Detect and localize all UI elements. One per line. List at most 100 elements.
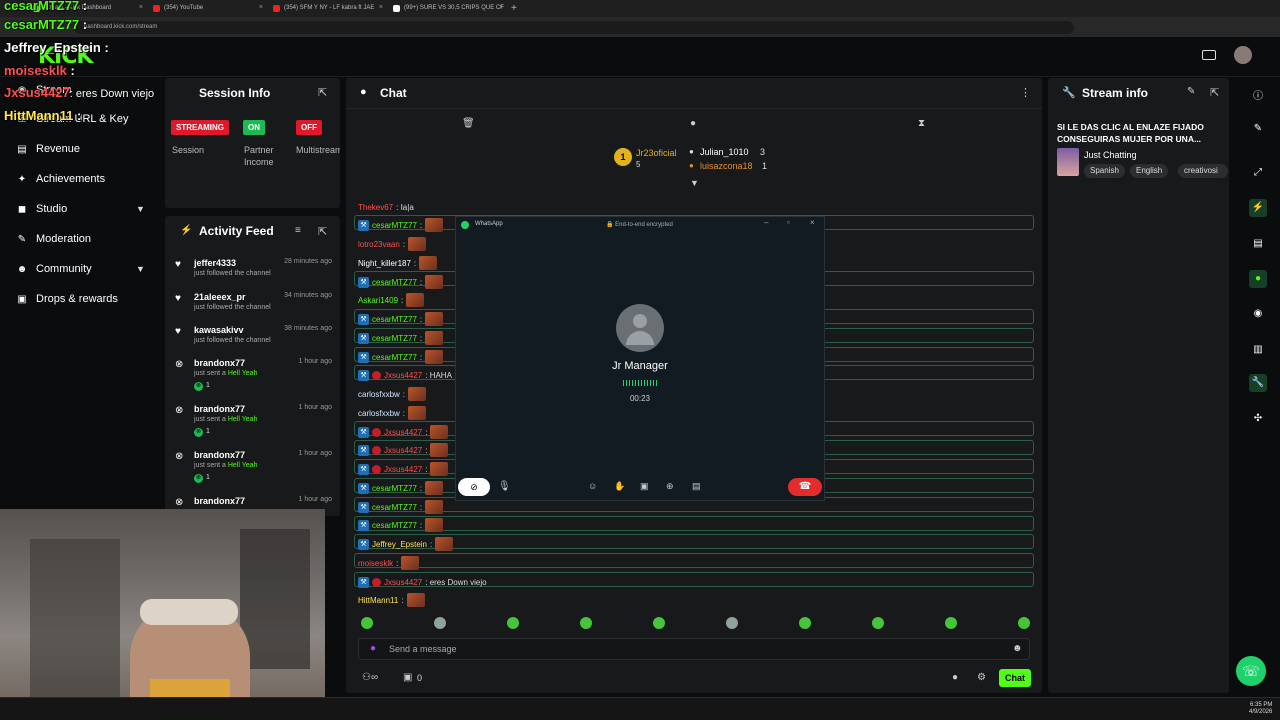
chat-username[interactable]: Jxsus4427 xyxy=(384,446,422,455)
emote-icon[interactable] xyxy=(361,617,373,629)
wallet-icon[interactable] xyxy=(1202,50,1216,60)
trash-icon[interactable]: 🗑 xyxy=(462,118,475,129)
sidebar-item-moderation[interactable]: ✎ Moderation xyxy=(16,233,91,245)
popout-icon[interactable]: ⇱ xyxy=(1210,86,1219,99)
close-icon[interactable]: × xyxy=(810,218,815,227)
chat-username[interactable]: cesarMTZ77 xyxy=(372,278,417,287)
chat-username[interactable]: Askari1409 xyxy=(358,296,398,305)
chat-username[interactable]: Night_killer187 xyxy=(358,259,411,268)
chat-username[interactable]: moisesklk xyxy=(358,559,393,568)
camera-off-button[interactable]: ⊘ xyxy=(458,478,490,496)
category-thumbnail[interactable] xyxy=(1057,148,1079,176)
edit-icon[interactable]: ✎ xyxy=(1252,123,1264,135)
chat-username[interactable]: Jeffrey_Epstein xyxy=(372,540,427,549)
layers-icon[interactable]: ▥ xyxy=(1252,344,1264,356)
maximize-icon[interactable]: ▫ xyxy=(787,218,790,227)
emote-icon[interactable] xyxy=(945,617,957,629)
chat-username[interactable]: cesarMTZ77 xyxy=(372,484,417,493)
sidebar-item-achievements[interactable]: ✦ Achievements xyxy=(16,173,105,185)
browser-tab[interactable]: (354) SFM Y NY - LF kabra ft JAE × xyxy=(268,2,386,16)
chat-message: Night_killer187: xyxy=(358,256,438,270)
emote-icon[interactable] xyxy=(580,617,592,629)
emote-icon[interactable] xyxy=(799,617,811,629)
sidebar-item-studio[interactable]: ◼ Studio xyxy=(16,203,67,215)
chevron-down-icon[interactable]: ▼ xyxy=(136,264,145,274)
microphone-icon[interactable]: 🎙 xyxy=(498,481,511,492)
emoji-picker-icon[interactable]: ☻ xyxy=(1012,643,1023,654)
popout-icon[interactable]: ⇱ xyxy=(318,86,327,99)
emote-icon[interactable] xyxy=(653,617,665,629)
emote-icon[interactable] xyxy=(507,617,519,629)
more-icon[interactable]: ⋮ xyxy=(1020,86,1031,99)
filter-icon[interactable]: ≡ xyxy=(295,225,301,236)
chat-bubble-icon[interactable]: ● xyxy=(690,118,696,129)
chat-username[interactable]: Jxsus4427 xyxy=(384,428,422,437)
sidebar-item-revenue[interactable]: ▤ Revenue xyxy=(16,143,80,155)
chat-bubble-icon[interactable]: ● xyxy=(952,672,958,683)
chat-username[interactable]: cesarMTZ77 xyxy=(372,353,417,362)
document-icon[interactable]: ▤ xyxy=(1252,238,1264,250)
leader-user[interactable]: luisazcona18 xyxy=(700,161,753,171)
status-badge: STREAMING xyxy=(171,120,229,135)
chat-message: ⚒ cesarMTZ77: xyxy=(358,331,444,345)
emoji-icon[interactable]: ☺ xyxy=(588,481,597,491)
wrench-icon[interactable]: 🔧 xyxy=(1249,374,1267,392)
edit-icon[interactable]: ✎ xyxy=(1187,86,1195,97)
gear-icon[interactable]: ⚙ xyxy=(977,672,986,683)
chevron-down-icon[interactable]: ▼ xyxy=(690,178,699,188)
screen-share-icon[interactable]: ▣ xyxy=(640,481,649,492)
bolt-icon[interactable]: ⚡ xyxy=(1249,199,1267,217)
end-call-button[interactable]: ☎ xyxy=(788,478,822,496)
chat-username[interactable]: cesarMTZ77 xyxy=(372,521,417,530)
help-chat-button[interactable]: ☏ xyxy=(1236,656,1266,686)
chat-bubble-icon[interactable]: ● xyxy=(1249,270,1267,288)
microphone-icon[interactable]: ● xyxy=(370,643,376,654)
browser-tab[interactable]: (354) YouTube × xyxy=(148,2,266,16)
emote-icon[interactable] xyxy=(726,617,738,629)
chat-message: carlosfxxbw: xyxy=(358,387,427,401)
tag[interactable]: creativosi xyxy=(1178,164,1228,178)
leader-user[interactable]: Jr23oficial xyxy=(636,148,677,158)
chat-username[interactable]: cesarMTZ77 xyxy=(372,334,417,343)
add-person-icon[interactable]: ⊕ xyxy=(666,481,674,492)
new-tab-button[interactable]: + xyxy=(508,2,522,16)
chat-username[interactable]: cesarMTZ77 xyxy=(372,221,417,230)
category-name[interactable]: Just Chatting xyxy=(1084,150,1137,160)
chat-username[interactable]: cesarMTZ77 xyxy=(372,315,417,324)
avatar[interactable] xyxy=(1234,46,1252,64)
minimize-icon[interactable]: – xyxy=(764,218,768,227)
chat-username[interactable]: carlosfxxbw xyxy=(358,390,400,399)
emote-icon[interactable] xyxy=(1018,617,1030,629)
viewers-icon[interactable]: ⚇∞ xyxy=(362,672,378,683)
chat-username[interactable]: Jxsus4427 xyxy=(384,371,422,380)
chat-username[interactable]: Thekev67 xyxy=(358,203,393,212)
chat-username[interactable]: Jxsus4427 xyxy=(384,578,422,587)
broadcast-icon[interactable]: ◉ xyxy=(1252,308,1264,320)
puzzle-icon[interactable]: ✣ xyxy=(1252,413,1264,425)
popout-icon[interactable]: ⇱ xyxy=(318,225,327,238)
address-bar[interactable]: dashboard.kick.com/stream xyxy=(74,21,1074,34)
activity-item: ♥ 21aleeex_pr 34 minutes ago just followed … xyxy=(175,292,332,311)
browser-tab[interactable]: (99+) SURE VS 30,5 CRIPS QUE CF × xyxy=(388,2,506,16)
chat-username[interactable]: HittMann11 xyxy=(358,596,398,605)
chat-input[interactable] xyxy=(358,638,1030,660)
tag[interactable]: English xyxy=(1130,164,1169,178)
leader-user[interactable]: Julian_1010 xyxy=(700,147,749,157)
gift-icon[interactable]: ▣ xyxy=(403,672,412,683)
chat-username[interactable]: Jxsus4427 xyxy=(384,465,422,474)
more-options-icon[interactable]: ▤ xyxy=(692,481,701,492)
send-chat-button[interactable]: Chat xyxy=(999,669,1031,687)
expand-icon[interactable]: ⤢ xyxy=(1252,167,1264,179)
info-icon[interactable]: ⓘ xyxy=(1252,87,1264,102)
sidebar-item-community[interactable]: ☻ Community xyxy=(16,263,92,275)
chat-username[interactable]: lotro23vaan xyxy=(358,240,400,249)
chat-username[interactable]: cesarMTZ77 xyxy=(372,503,417,512)
emote-icon[interactable] xyxy=(434,617,446,629)
hand-icon[interactable]: ✋ xyxy=(614,481,625,492)
chat-username[interactable]: carlosfxxbw xyxy=(358,409,400,418)
hourglass-icon[interactable]: ⧗ xyxy=(918,118,925,129)
sidebar-item-drops-rewards[interactable]: ▣ Drops & rewards xyxy=(16,293,118,305)
tag[interactable]: Spanish xyxy=(1084,164,1125,178)
chevron-down-icon[interactable]: ▼ xyxy=(136,204,145,214)
emote-icon[interactable] xyxy=(872,617,884,629)
